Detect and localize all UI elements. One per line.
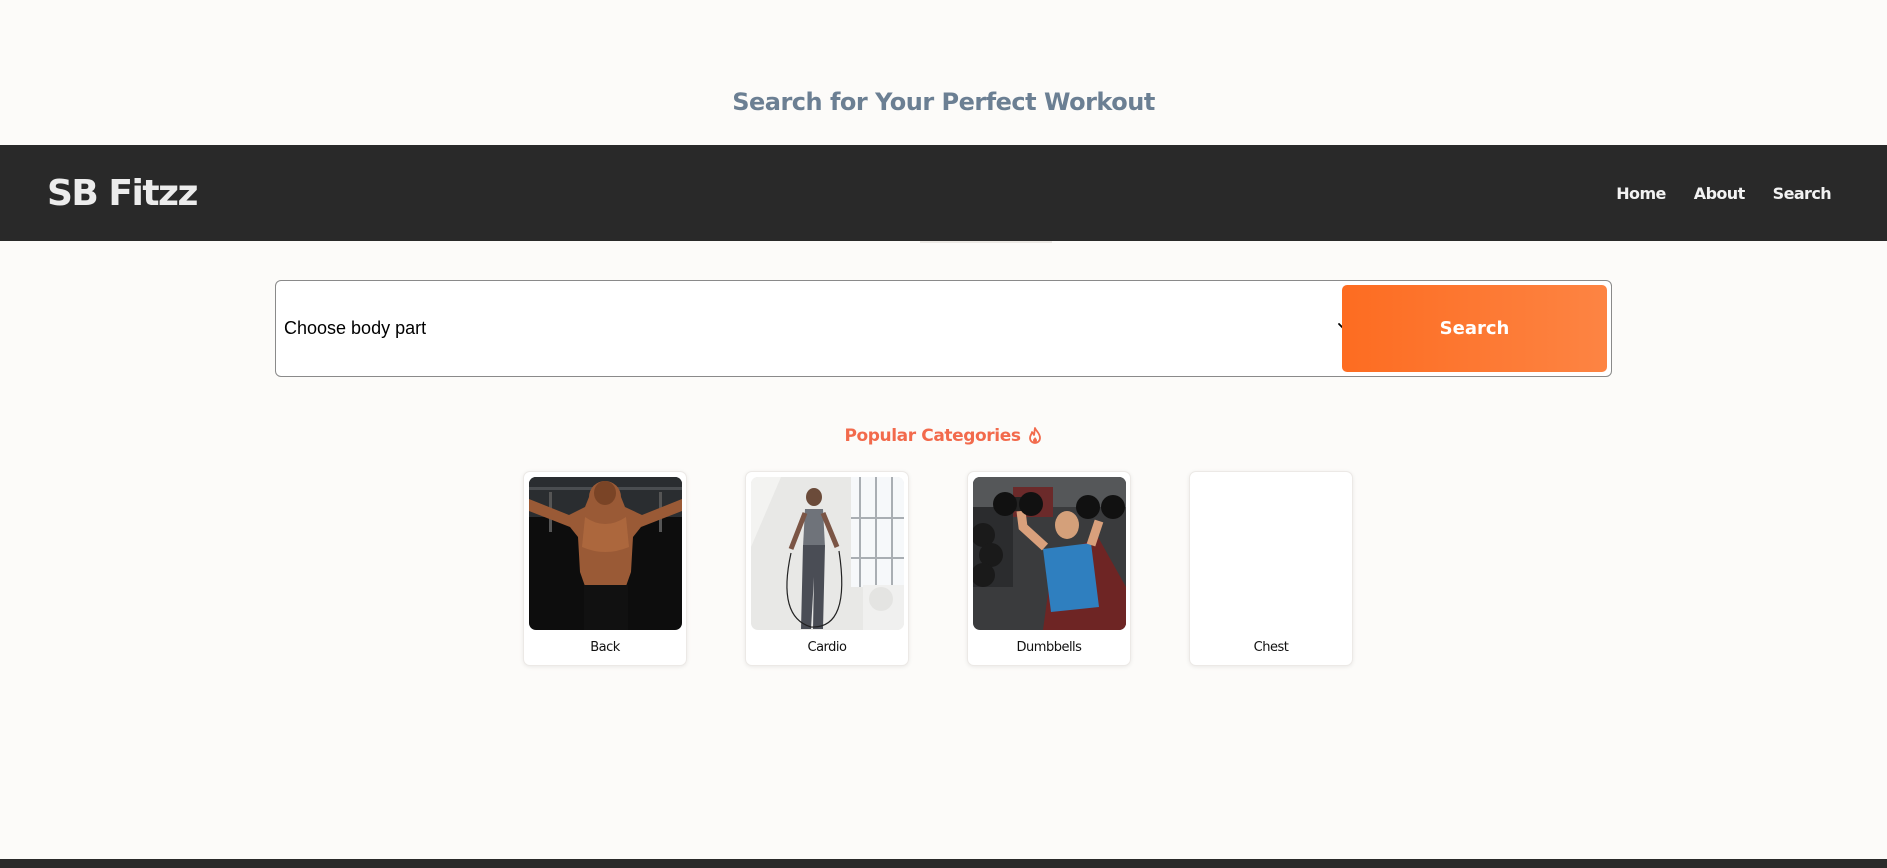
nav-links: Home About Search bbox=[1616, 184, 1831, 203]
nav-link-home[interactable]: Home bbox=[1616, 184, 1666, 203]
navbar: SB Fitzz Home About Search bbox=[0, 145, 1887, 241]
nav-link-about[interactable]: About bbox=[1694, 184, 1745, 203]
chest-photo-placeholder bbox=[1195, 477, 1348, 630]
brand-logo[interactable]: SB Fitzz bbox=[47, 173, 198, 214]
category-card-cardio[interactable]: Cardio bbox=[745, 471, 909, 666]
card-label: Back bbox=[590, 640, 620, 655]
category-card-chest[interactable]: Chest bbox=[1189, 471, 1353, 666]
dumbbell-press-photo bbox=[973, 477, 1126, 630]
card-label: Chest bbox=[1253, 640, 1289, 655]
jump-rope-photo bbox=[751, 477, 904, 630]
search-button[interactable]: Search bbox=[1342, 285, 1607, 372]
back-muscles-photo bbox=[529, 477, 682, 630]
fire-icon bbox=[1028, 427, 1041, 444]
divider bbox=[920, 241, 1052, 243]
nav-link-search[interactable]: Search bbox=[1773, 184, 1832, 203]
search-bar: Choose body part Search bbox=[275, 280, 1612, 377]
category-cards: Back Cardio Dumbbells Chest bbox=[523, 471, 1353, 666]
footer bbox=[0, 859, 1887, 868]
card-label: Cardio bbox=[807, 640, 847, 655]
category-card-dumbbells[interactable]: Dumbbells bbox=[967, 471, 1131, 666]
category-card-back[interactable]: Back bbox=[523, 471, 687, 666]
select-value: Choose body part bbox=[284, 318, 427, 338]
section-title-text: Popular Categories bbox=[844, 426, 1021, 446]
popular-categories-heading: Popular Categories bbox=[0, 426, 1887, 446]
card-label: Dumbbells bbox=[1016, 640, 1082, 655]
page-title: Search for Your Perfect Workout bbox=[732, 88, 1155, 116]
